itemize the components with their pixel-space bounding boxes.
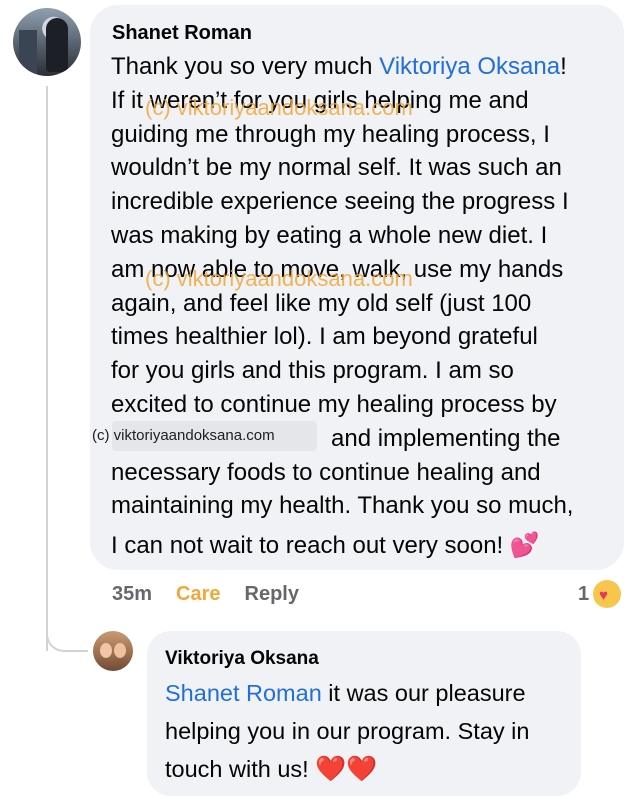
care-reaction-button[interactable]: Care — [176, 583, 220, 606]
comment-line: wouldn’t be my normal self. It was such … — [111, 154, 562, 182]
reply-line: helping you in our program. Stay in — [165, 718, 530, 744]
two-hearts-icon: 💕 — [509, 531, 540, 560]
avatar-face — [100, 643, 112, 658]
avatar-background — [19, 30, 37, 74]
comment-line: for you girls and this program. I am so — [111, 357, 514, 385]
reply-avatar[interactable] — [93, 631, 133, 671]
reply-text: touch with us! — [165, 756, 316, 782]
reply-text: it was our pleasure — [321, 680, 526, 706]
reaction-count: 1 — [578, 582, 590, 605]
thread-connector-curve — [46, 598, 88, 652]
comment-text: Thank you so very much — [111, 53, 380, 80]
comment-line: again, and feel like my old self (just 1… — [111, 289, 532, 317]
comment-line: am now able to move, walk, use my hands — [111, 255, 564, 283]
comment-line: maintaining my health. Thank you so much… — [111, 492, 574, 520]
comment-author[interactable]: Shanet Roman — [112, 22, 252, 45]
comment-line: excited to continue my healing process b… — [111, 390, 557, 418]
reaction-summary[interactable]: 1 ♥ — [578, 580, 622, 608]
comment-line: times healthier lol). I am beyond gratef… — [111, 323, 538, 351]
thread-connector-line — [46, 86, 48, 651]
reply-line: Shanet Roman it was our pleasure — [165, 680, 526, 706]
red-hearts-icon: ❤️❤️ — [315, 754, 378, 783]
avatar[interactable] — [13, 8, 81, 76]
comment-text: ! — [560, 53, 567, 80]
comment-line: I can not wait to reach out very soon! 💕 — [111, 529, 611, 563]
reply-button[interactable]: Reply — [245, 583, 299, 606]
comment-line: incredible experience seeing the progres… — [111, 188, 569, 216]
mention-link[interactable]: Viktoriya Oksana — [379, 53, 560, 80]
comment-text: I can not wait to reach out very soon! — [111, 532, 510, 560]
comment-line: guiding me through my healing process, I — [111, 120, 550, 148]
care-emoji-icon: ♥ — [593, 580, 622, 608]
redacted-text — [112, 421, 317, 451]
mention-link[interactable]: Shanet Roman — [165, 680, 322, 706]
comment-line: was making by eating a whole new diet. I — [111, 221, 548, 249]
comment-line: necessary foods to continue healing and — [111, 458, 541, 486]
comment-line: If it weren’t for you girls helping me a… — [111, 86, 529, 114]
reply-line: touch with us! ❤️❤️ — [165, 754, 377, 783]
avatar-figure — [46, 18, 68, 72]
comment-timestamp[interactable]: 35m — [112, 583, 152, 606]
reply-body: Shanet Roman it was our pleasure helping… — [165, 674, 565, 788]
comment-actions: 35m Care Reply — [112, 583, 299, 606]
comment-body: Thank you so very much Viktoriya Oksana!… — [111, 50, 611, 563]
reply-author[interactable]: Viktoriya Oksana — [165, 648, 319, 670]
comment-line: Thank you so very much Viktoriya Oksana! — [111, 50, 611, 84]
avatar-face — [114, 643, 126, 658]
